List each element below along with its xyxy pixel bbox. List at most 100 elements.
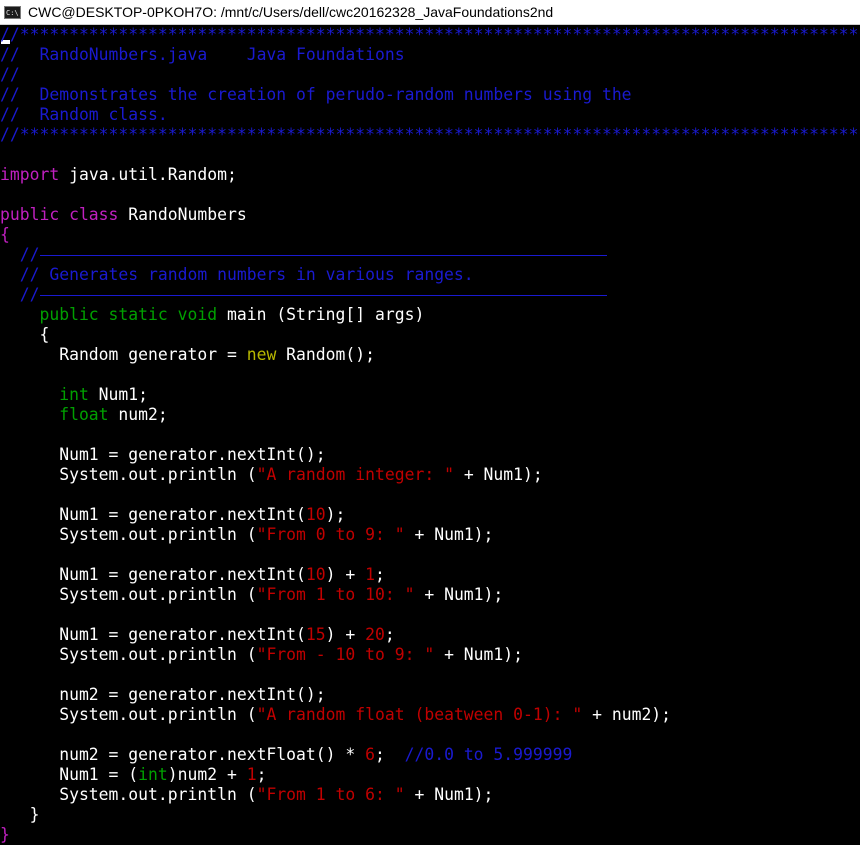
code-token: int — [138, 765, 168, 784]
code-token: num2 = generator.nextFloat() * — [0, 745, 366, 764]
code-token: ; — [256, 765, 267, 784]
code-token: Num1 = generator.nextInt( — [0, 565, 306, 584]
code-token: ) + — [325, 565, 366, 584]
code-line: Random generator = new Random(); — [0, 345, 375, 365]
code-token: System.out.println ( — [0, 585, 257, 604]
code-token: { — [0, 325, 50, 344]
code-token: // Demonstrates the creation of perudo-r… — [0, 85, 632, 104]
code-token: Random generator = — [0, 345, 247, 364]
code-token: + Num1); — [453, 465, 543, 484]
code-line: System.out.println ("A random integer: "… — [0, 465, 543, 485]
console-icon[interactable]: C:\ — [4, 5, 21, 19]
code-token: num2; — [108, 405, 168, 424]
code-line: // — [0, 245, 40, 265]
code-line: } — [0, 825, 10, 845]
code-token: 10 — [305, 505, 326, 524]
code-token: "From 0 to 9: " — [256, 525, 405, 544]
code-line: System.out.println ("From - 10 to 9: " +… — [0, 645, 523, 665]
code-line: // RandoNumbers.java Java Foundations — [0, 45, 405, 65]
code-token: + Num1); — [434, 645, 524, 664]
code-line: Num1 = generator.nextInt(10); — [0, 505, 345, 525]
code-token: // — [0, 65, 20, 84]
code-token: java.util.Random; — [59, 165, 237, 184]
code-line: //**************************************… — [0, 125, 860, 145]
code-token: "From 1 to 6: " — [256, 785, 405, 804]
code-token: //0.0 to 5.999999 — [404, 745, 573, 764]
window-titlebar: C:\ CWC@DESKTOP-0PKOH7O: /mnt/c/Users/de… — [0, 0, 860, 25]
code-token: Num1 = generator.nextInt( — [0, 505, 306, 524]
code-line: { — [0, 325, 49, 345]
code-token: } — [0, 805, 40, 824]
code-line: // — [0, 285, 40, 305]
code-line: // Demonstrates the creation of perudo-r… — [0, 85, 632, 105]
code-line: Num1 = generator.nextInt(10) + 1; — [0, 565, 385, 585]
code-token: )num2 + — [167, 765, 247, 784]
code-token: System.out.println ( — [0, 645, 257, 664]
code-line: import java.util.Random; — [0, 165, 237, 185]
code-token: { — [0, 225, 10, 244]
code-token: ) + — [325, 625, 366, 644]
code-line: Num1 = generator.nextInt(15) + 20; — [0, 625, 395, 645]
code-token: float — [0, 405, 109, 424]
code-line: System.out.println ("From 1 to 10: " + N… — [0, 585, 503, 605]
code-token: + num2); — [582, 705, 672, 724]
code-line: // Generates random numbers in various r… — [0, 265, 474, 285]
code-token: "A random integer: " — [256, 465, 454, 484]
terminal-editor[interactable]: //**************************************… — [0, 25, 860, 845]
code-token: Num1 = ( — [0, 765, 139, 784]
window-title: CWC@DESKTOP-0PKOH7O: /mnt/c/Users/dell/c… — [28, 4, 554, 20]
comment-rule-top — [40, 254, 607, 256]
code-token: // — [0, 245, 40, 264]
code-token: 1 — [246, 765, 257, 784]
code-line: public static void main (String[] args) — [0, 305, 424, 325]
code-token: 1 — [365, 565, 376, 584]
code-line: System.out.println ("A random float (bea… — [0, 705, 671, 725]
code-token: // — [0, 285, 40, 304]
code-token: Num1 = generator.nextInt( — [0, 625, 306, 644]
code-token: int — [0, 385, 89, 404]
code-token: Num1 = generator.nextInt(); — [0, 445, 326, 464]
code-line: num2 = generator.nextInt(); — [0, 685, 326, 705]
code-token: + Num1); — [414, 585, 504, 604]
code-line: System.out.println ("From 1 to 6: " + Nu… — [0, 785, 493, 805]
code-token: main (String[] args) — [217, 305, 425, 324]
code-line: Num1 = (int)num2 + 1; — [0, 765, 266, 785]
code-token: System.out.println ( — [0, 785, 257, 804]
code-token: RandoNumbers — [118, 205, 247, 224]
code-token: + Num1); — [404, 525, 494, 544]
code-token: } — [0, 825, 10, 844]
code-token: // Random class. — [0, 105, 168, 124]
code-token: public static void — [0, 305, 218, 324]
code-line: int Num1; — [0, 385, 148, 405]
comment-rule-bottom — [40, 294, 607, 296]
code-token: "A random float (beatween 0-1): " — [256, 705, 583, 724]
code-line: public class RandoNumbers — [0, 205, 247, 225]
code-token: 10 — [305, 565, 326, 584]
code-token: ; — [375, 565, 385, 584]
code-token: num2 = generator.nextInt(); — [0, 685, 326, 704]
code-line: //**************************************… — [0, 25, 860, 45]
code-token: // Generates random numbers in various r… — [0, 265, 474, 284]
code-token: public class — [0, 205, 119, 224]
code-token: 15 — [305, 625, 326, 644]
code-token: //**************************************… — [0, 25, 860, 44]
code-line: { — [0, 225, 10, 245]
code-token: System.out.println ( — [0, 465, 257, 484]
code-token: "From - 10 to 9: " — [256, 645, 435, 664]
code-token: + Num1); — [404, 785, 494, 804]
code-line: // Random class. — [0, 105, 168, 125]
code-token: new — [246, 345, 277, 364]
code-token: ); — [325, 505, 346, 524]
code-token: "From 1 to 10: " — [256, 585, 415, 604]
code-token: // RandoNumbers.java Java Foundations — [0, 45, 405, 64]
code-line: num2 = generator.nextFloat() * 6; //0.0 … — [0, 745, 572, 765]
code-token: 6 — [365, 745, 375, 764]
code-token: //**************************************… — [0, 125, 860, 144]
code-line: System.out.println ("From 0 to 9: " + Nu… — [0, 525, 493, 545]
code-token: Random(); — [276, 345, 375, 364]
code-line: // — [0, 65, 20, 85]
code-token: 20 — [365, 625, 385, 644]
code-line: float num2; — [0, 405, 168, 425]
code-line: } — [0, 805, 40, 825]
code-line: Num1 = generator.nextInt(); — [0, 445, 326, 465]
